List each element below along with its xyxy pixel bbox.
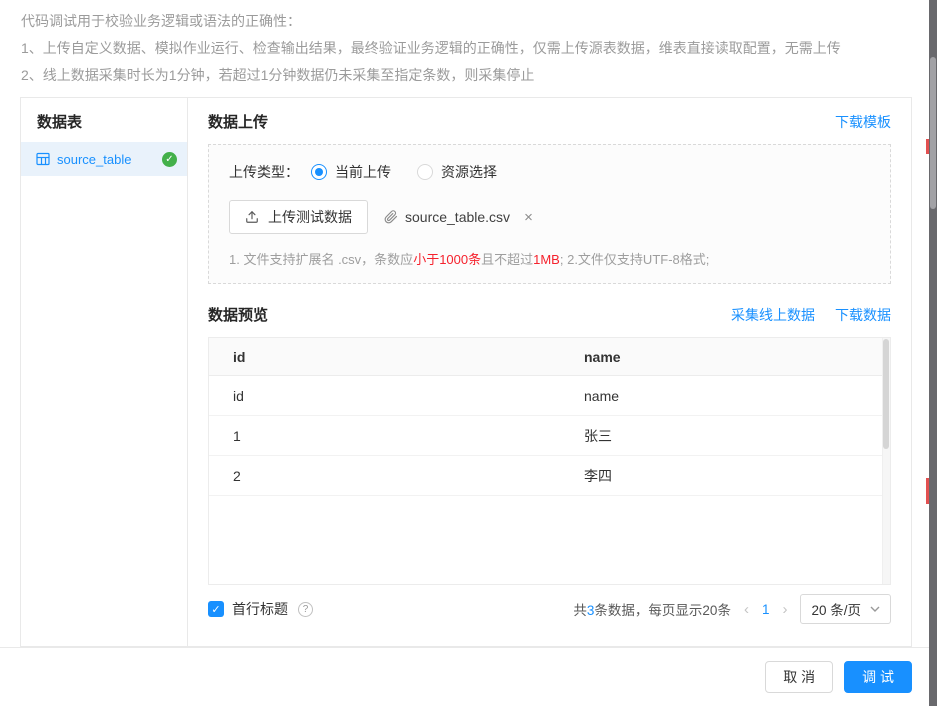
table-cell: name <box>584 387 620 404</box>
upload-type-label: 上传类型： <box>229 164 299 180</box>
window-scrollbar-handle[interactable] <box>930 57 936 209</box>
sidebar-item-label: source_table <box>57 151 132 167</box>
first-row-title-label: 首行标题 <box>232 601 288 617</box>
sidebar-item-source-table[interactable]: source_table ✓ <box>21 142 187 176</box>
preview-links: 采集线上数据 下载数据 <box>731 305 891 325</box>
hint-part-3: ; 2.文件仅支持UTF-8格式; <box>559 252 710 267</box>
total-suffix: 条数据，每页显示20条 <box>594 603 731 618</box>
first-row-title-checkbox[interactable]: ✓ <box>208 601 224 617</box>
prev-page-icon[interactable]: ‹ <box>744 602 749 617</box>
current-page[interactable]: 1 <box>762 602 770 617</box>
file-name: source_table.csv <box>405 209 511 225</box>
table-header-row: id name <box>209 338 890 376</box>
sidebar-title: 数据表 <box>37 114 83 131</box>
cancel-button[interactable]: 取 消 <box>765 661 834 693</box>
radio-unchecked-icon <box>417 164 433 180</box>
table-cell: 张三 <box>584 427 612 444</box>
main-panel: 数据表 source_table ✓ 数据上传 下载模板 上传类型： 当前上传 … <box>20 97 912 647</box>
intro-line-1: 代码调试用于校验业务逻辑或语法的正确性： <box>21 13 301 29</box>
radio-current-upload[interactable]: 当前上传 <box>311 162 391 182</box>
table-icon <box>36 152 50 166</box>
table-header-cell-id: id <box>233 348 246 365</box>
download-data-link[interactable]: 下载数据 <box>835 305 891 325</box>
preview-section-head: 数据预览 采集线上数据 下载数据 <box>208 304 891 325</box>
intro-line-3: 2、线上数据采集时长为1分钟，若超过1分钟数据仍未采集至指定条数，则采集停止 <box>21 67 535 83</box>
table-row: 1 张三 <box>209 416 890 456</box>
table-cell: id <box>233 387 244 404</box>
window-scrollbar[interactable] <box>929 0 937 706</box>
success-check-icon: ✓ <box>162 151 177 167</box>
upload-section-head: 数据上传 下载模板 <box>208 111 891 132</box>
upload-icon <box>245 210 259 224</box>
table-cell: 1 <box>233 427 241 444</box>
download-template-link[interactable]: 下载模板 <box>835 112 891 132</box>
upload-test-data-button[interactable]: 上传测试数据 <box>229 200 368 234</box>
chevron-down-icon <box>870 606 880 612</box>
first-row-title-control: ✓ 首行标题 ? <box>208 599 313 619</box>
next-page-icon[interactable]: › <box>782 602 787 617</box>
help-icon[interactable]: ? <box>298 601 313 617</box>
upload-row: 上传测试数据 source_table.csv × <box>229 200 870 234</box>
hint-part-1: 1. 文件支持扩展名 .csv，条数应 <box>229 252 414 267</box>
page-size-select[interactable]: 20 条/页 <box>800 594 891 624</box>
hint-part-2: 且不超过 <box>481 252 534 267</box>
radio-current-upload-label: 当前上传 <box>335 164 391 180</box>
radio-resource-select[interactable]: 资源选择 <box>417 162 497 182</box>
pagination: 共3条数据，每页显示20条 ‹ 1 › 20 条/页 <box>573 594 891 624</box>
table-row: 2 李四 <box>209 456 890 496</box>
remove-file-icon[interactable]: × <box>524 210 533 225</box>
upload-test-data-label: 上传测试数据 <box>268 209 352 225</box>
preview-section-title: 数据预览 <box>208 307 269 324</box>
radio-checked-icon <box>311 164 327 180</box>
total-prefix: 共 <box>573 603 587 618</box>
intro-line-2: 1、上传自定义数据、模拟作业运行、检查输出结果，最终验证业务逻辑的正确性，仅需上… <box>21 40 841 56</box>
table-cell: 李四 <box>584 467 612 484</box>
collect-online-data-link[interactable]: 采集线上数据 <box>731 305 815 325</box>
total-count-text: 共3条数据，每页显示20条 <box>573 599 731 619</box>
table-footer: ✓ 首行标题 ? 共3条数据，每页显示20条 ‹ 1 › 20 条/页 <box>208 594 891 624</box>
upload-section-title: 数据上传 <box>208 114 269 131</box>
table-row: id name <box>209 376 890 416</box>
table-header-cell-name: name <box>584 348 621 365</box>
table-scrollbar[interactable] <box>882 338 890 584</box>
page-size-value: 20 条/页 <box>811 603 861 618</box>
hint-red-1: 小于1000条 <box>413 252 482 267</box>
upload-hint: 1. 文件支持扩展名 .csv，条数应小于1000条且不超过1MB; 2.文件仅… <box>229 249 870 268</box>
dialog-footer: 取 消 调 试 <box>0 647 929 706</box>
table-scrollbar-handle[interactable] <box>883 339 889 449</box>
panel-content: 数据上传 下载模板 上传类型： 当前上传 资源选择 上传测试数据 source_… <box>188 98 911 646</box>
data-tables-sidebar: 数据表 source_table ✓ <box>21 98 188 646</box>
upload-box: 上传类型： 当前上传 资源选择 上传测试数据 source_table.csv … <box>208 144 891 284</box>
table-cell: 2 <box>233 467 241 484</box>
debug-button[interactable]: 调 试 <box>844 661 912 693</box>
paperclip-icon <box>384 210 398 224</box>
intro-text: 代码调试用于校验业务逻辑或语法的正确性： 1、上传自定义数据、模拟作业运行、检查… <box>21 8 897 89</box>
uploaded-file-chip: source_table.csv × <box>384 209 533 225</box>
radio-resource-select-label: 资源选择 <box>441 164 497 180</box>
hint-red-2: 1MB <box>533 252 560 267</box>
upload-type-row: 上传类型： 当前上传 资源选择 <box>229 162 870 182</box>
code-debug-dialog: 代码调试用于校验业务逻辑或语法的正确性： 1、上传自定义数据、模拟作业运行、检查… <box>0 0 937 706</box>
preview-table: id name id name 1 张三 2 李四 <box>208 337 891 585</box>
